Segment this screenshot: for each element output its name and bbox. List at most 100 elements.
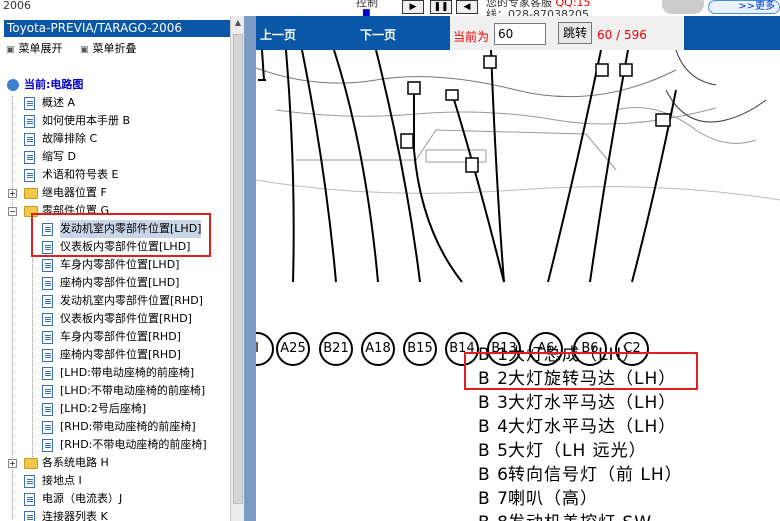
legend-code: B 7 [478, 489, 509, 509]
page-count: 60 / 596 [597, 28, 647, 42]
legend-row: B 3大灯水平马达（LH） [478, 388, 778, 413]
sidebar-menu: ▣ 菜单展开 ▣ 菜单折叠 [6, 40, 151, 56]
document-icon [24, 133, 35, 146]
legend-text: 喇叭（高） [508, 489, 598, 509]
sidebar-scrollbar[interactable]: ▲ [230, 16, 244, 521]
document-icon [24, 511, 35, 521]
phone-text: 线：028-87038205 [486, 8, 589, 16]
expand-plus-icon[interactable]: + [8, 459, 17, 468]
expand-menu-button[interactable]: ▣ 菜单展开 [6, 42, 63, 55]
legend-row: B 5大灯（LH 远光） [478, 436, 778, 461]
document-icon [42, 385, 53, 398]
connector-label: B15 [403, 332, 437, 366]
legend-code: B 4 [478, 417, 509, 437]
sidebar-title: Toyota-PREVIA/TARAGO-2006 [4, 20, 230, 37]
document-icon [24, 115, 35, 128]
dot-icon: ■ [362, 8, 371, 16]
tree-item-label: [LHD:2号后座椅] [60, 402, 147, 415]
collapse-menu-button[interactable]: ▣ 菜单折叠 [80, 42, 137, 55]
mascot-image [662, 0, 704, 14]
folder-icon [24, 188, 38, 199]
top-strip: 2006 控制 ■ ▶ ❚❚ ◀ 您的专家客服 QQ:15 线：028-8703… [0, 0, 780, 16]
document-icon [24, 151, 35, 164]
jump-button[interactable]: 跳转 [558, 22, 592, 44]
legend-highlight-box [464, 352, 698, 390]
connector-label: A18 [361, 332, 395, 366]
tree-line [12, 96, 13, 521]
legend-text: 大灯水平马达（LH） [508, 417, 677, 437]
year-text: 2006 [3, 0, 31, 12]
tree-subline [32, 221, 33, 461]
tree-root-label: 当前:电路图 [24, 78, 84, 91]
document-icon [24, 97, 35, 110]
splitter[interactable] [244, 16, 256, 521]
next-page-button[interactable]: 下一页 [360, 26, 396, 43]
tree-item-label: 车身内零部件位置[LHD] [60, 258, 180, 271]
connector-label: A25 [276, 332, 310, 366]
globe-icon [7, 79, 19, 91]
document-icon [42, 277, 53, 290]
tree-item-label: [LHD:不带电动座椅的前座椅] [60, 384, 206, 397]
tree-item-label: 座椅内零部件位置[RHD] [60, 348, 181, 361]
expand-icon: ▣ [6, 45, 15, 55]
stop-icon[interactable]: ◀ [456, 0, 478, 14]
scroll-up-icon[interactable]: ▲ [233, 18, 243, 30]
tree-item-label: 继电器位置 F [42, 186, 107, 199]
document-icon [24, 475, 35, 488]
document-icon [42, 295, 53, 308]
sidebar: Toyota-PREVIA/TARAGO-2006 ▣ 菜单展开 ▣ 菜单折叠 当前… [0, 16, 244, 521]
document-icon [42, 313, 53, 326]
legend-code: B 3 [478, 393, 509, 413]
tree-item-label: 术语和符号表 E [42, 168, 119, 181]
document-icon [24, 169, 35, 182]
folder-icon [24, 458, 38, 469]
legend-code: B 8 [478, 513, 508, 521]
document-icon [42, 367, 53, 380]
document-icon [24, 493, 35, 506]
legend-code: B 6 [478, 465, 509, 485]
highlight-box [31, 213, 211, 257]
tree-item-label: 缩写 D [42, 150, 76, 163]
tree-item-label: 各系统电路 H [42, 456, 109, 469]
tree-item-label: 电源（电流表）J [42, 492, 123, 505]
legend-text: 转向信号灯（前 LH） [508, 465, 683, 485]
document-icon [42, 349, 53, 362]
document-icon [42, 421, 53, 434]
tree-item-label: 故障排除 C [42, 132, 98, 145]
tree-item-label: 概述 A [42, 96, 76, 109]
wiring-diagram: I A25 B21 A18 B15 B14 B13 A6 B6 C2 B 1大灯… [256, 50, 780, 521]
play-icon[interactable]: ▶ [402, 0, 424, 14]
scrollbar-thumb[interactable] [233, 34, 243, 504]
tree-item-label: 车身内零部件位置[RHD] [60, 330, 181, 343]
expand-plus-icon[interactable]: + [8, 189, 17, 198]
prev-page-button[interactable]: 上一页 [260, 26, 296, 43]
collapse-minus-icon[interactable]: − [8, 207, 17, 216]
legend-row: B 7喇叭（高） [478, 484, 778, 509]
legend-row: B 8发动机盖控灯 SW [478, 508, 778, 521]
legend-code: B 5 [478, 441, 509, 461]
document-icon [42, 259, 53, 272]
page-number-input[interactable] [494, 23, 546, 45]
document-icon [42, 331, 53, 344]
legend-row: B 4大灯水平马达（LH） [478, 412, 778, 437]
document-icon [42, 439, 53, 452]
legend-text: 大灯水平马达（LH） [508, 393, 677, 413]
legend-row: B 6转向信号灯（前 LH） [478, 460, 778, 485]
page-jump-box: 当前为 跳转 60 / 596 [450, 16, 684, 50]
more-link[interactable]: >>更多 [708, 0, 780, 14]
current-page-label: 当前为 [453, 30, 490, 44]
connector-label: B21 [319, 332, 353, 366]
tree-item-label: 发动机室内零部件位置[RHD] [60, 294, 203, 307]
legend-text: 大灯（LH 远光） [508, 441, 647, 461]
tree-item-label: [RHD:不带电动座椅的前座椅] [60, 438, 207, 451]
tree-item-label: 接地点 I [42, 474, 82, 487]
collapse-icon: ▣ [80, 45, 89, 55]
tree-item-label: 连接器列表 K [42, 510, 108, 521]
legend-text: 发动机盖控灯 SW [508, 513, 652, 521]
document-icon [42, 403, 53, 416]
tree-item-label: [LHD:带电动座椅的前座椅] [60, 366, 195, 379]
tree-item-label: 如何使用本手册 B [42, 114, 131, 127]
pause-icon[interactable]: ❚❚ [430, 0, 452, 14]
tree-item-label: 仪表板内零部件位置[RHD] [60, 312, 192, 325]
tree-item-label: [RHD:带电动座椅的前座椅] [60, 420, 196, 433]
